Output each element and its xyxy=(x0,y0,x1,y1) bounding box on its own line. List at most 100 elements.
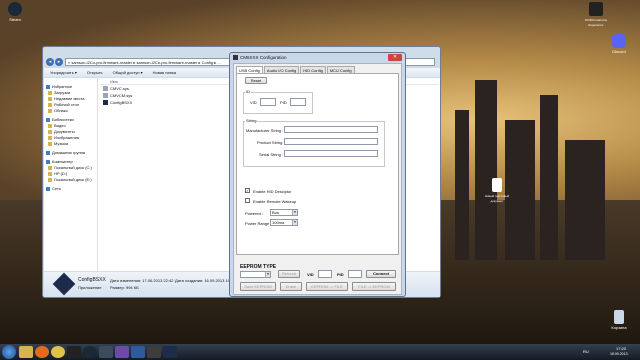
desktop-icon-discord[interactable]: Discord xyxy=(607,34,631,54)
back-button[interactable]: ◂ xyxy=(46,58,54,66)
taskbar-app[interactable] xyxy=(115,346,129,358)
chevron-down-icon: ▼ xyxy=(265,272,270,277)
tab-usb-config[interactable]: USB Config xyxy=(236,66,263,73)
pid-input[interactable] xyxy=(290,98,306,106)
network-icon xyxy=(46,187,50,191)
details-size: Размер: 994 КБ xyxy=(110,285,139,290)
enable-hid-checkbox[interactable]: ✓ xyxy=(245,188,250,193)
serial-label: Serial String : xyxy=(259,152,284,157)
desktop-icon-new-text-document[interactable]: Новый текстовый документ xyxy=(482,178,512,203)
chevron-down-icon: ▼ xyxy=(292,220,297,225)
file-to-eeprom-button[interactable]: FILE -> EEPROM xyxy=(352,282,396,291)
refresh-button[interactable]: Refresh xyxy=(278,270,300,278)
language-indicator[interactable]: RU xyxy=(583,349,589,354)
details-type: Приложение xyxy=(78,285,102,290)
desktop-icon-label: Steam xyxy=(9,17,21,22)
erase-button[interactable]: Erase xyxy=(280,282,302,291)
taskbar-app[interactable] xyxy=(147,346,161,358)
drive-icon xyxy=(48,166,52,170)
nav-drive-e[interactable]: Локальный диск (E:) xyxy=(44,177,97,183)
share-button[interactable]: Общий доступ ▾ xyxy=(113,70,143,75)
serial-input[interactable] xyxy=(284,150,378,157)
powered-select[interactable]: Bus ▼ xyxy=(270,209,298,216)
vid-bottom-label: VID xyxy=(307,272,314,277)
product-input[interactable] xyxy=(284,138,378,145)
desktop-icon-steam[interactable]: Steam xyxy=(3,2,27,22)
close-button[interactable]: ✕ xyxy=(388,54,402,61)
taskbar-chrome[interactable] xyxy=(51,346,65,358)
dialog-titlebar[interactable]: CM6XXX Configuration xyxy=(230,53,405,62)
enable-remote-wakeup-label: Enable Remote Wakeup xyxy=(253,199,297,204)
power-range-label: Power Range : xyxy=(245,221,272,226)
open-button[interactable]: Открыть xyxy=(87,70,103,75)
details-created: Дата создания: 16.09.2013 19:02 xyxy=(175,278,236,283)
nav-cloud[interactable]: Облако xyxy=(44,108,97,114)
start-button[interactable] xyxy=(2,345,16,359)
folder-icon xyxy=(48,91,52,95)
video-icon xyxy=(48,124,52,128)
save-eeprom-button[interactable]: Save EEPROM xyxy=(240,282,276,291)
star-icon xyxy=(46,85,50,89)
usb-config-panel: Reset ID VID PID String Manufacturer Str… xyxy=(236,73,399,255)
taskbar-terminal[interactable] xyxy=(67,346,81,358)
nav-network[interactable]: Сеть xyxy=(44,186,97,192)
system-file-icon xyxy=(103,93,108,98)
enable-remote-wakeup-checkbox[interactable] xyxy=(245,198,250,203)
folder-icon xyxy=(48,103,52,107)
desktop-icon-label: Корзина xyxy=(611,325,627,330)
new-folder-button[interactable]: Новая папка xyxy=(153,70,176,75)
forward-button[interactable]: ▸ xyxy=(55,58,63,66)
eeprom-type-select[interactable]: ▼ xyxy=(240,271,271,278)
powered-label: Powered : xyxy=(245,211,264,216)
music-icon xyxy=(48,142,52,146)
folder-icon xyxy=(48,97,52,101)
power-range-select[interactable]: 100ma ▼ xyxy=(270,219,298,226)
pid-bottom-input[interactable] xyxy=(348,270,362,278)
manufacturer-label: Manufacturer String : xyxy=(246,128,284,133)
taskbar: RU 17:20 18.09.2013 xyxy=(0,344,640,360)
nav-music[interactable]: Музыка xyxy=(44,141,97,147)
eeprom-to-file-button[interactable]: EEPROM -> FILE xyxy=(306,282,348,291)
tab-mcu-config[interactable]: MCU Config xyxy=(326,66,355,73)
text-document-icon xyxy=(492,178,502,192)
nav-homegroup[interactable]: Домашняя группа xyxy=(44,150,97,156)
drive-icon xyxy=(48,172,52,176)
taskbar-config-app[interactable] xyxy=(163,346,177,358)
pid-label: PID xyxy=(280,100,287,105)
column-header-name[interactable]: Имя xyxy=(100,78,234,84)
steam-icon xyxy=(8,2,22,16)
pid-bottom-label: PID xyxy=(337,272,344,277)
reset-button[interactable]: Reset xyxy=(245,77,267,84)
desktop-icon-recycle-bin[interactable]: Корзина xyxy=(607,310,631,330)
app-icon xyxy=(52,272,76,296)
connect-button[interactable]: Connect xyxy=(366,270,396,278)
id-group-label: ID xyxy=(245,89,251,94)
cloud-icon xyxy=(48,109,52,113)
desktop-icon-nvidia[interactable]: NVIDIA GeForce Experience xyxy=(584,2,608,27)
desktop-icon-label: Новый текстовый документ xyxy=(484,194,510,203)
image-icon xyxy=(48,136,52,140)
manufacturer-input[interactable] xyxy=(284,126,378,133)
computer-icon xyxy=(46,160,50,164)
organize-button[interactable]: Упорядочить ▾ xyxy=(50,70,77,75)
vid-bottom-input[interactable] xyxy=(318,270,332,278)
product-label: Product String : xyxy=(257,140,285,145)
drive-icon xyxy=(48,178,52,182)
chevron-down-icon: ▼ xyxy=(292,210,297,215)
taskbar-media-player[interactable] xyxy=(35,346,49,358)
taskbar-app[interactable] xyxy=(131,346,145,358)
clock-time[interactable]: 17:20 xyxy=(616,346,626,351)
config-dialog: CM6XXX Configuration ✕ USB Config Audio … xyxy=(229,52,406,297)
library-icon xyxy=(46,118,50,122)
tab-hid-config[interactable]: HID Config xyxy=(300,66,326,73)
tab-audio-io-config[interactable]: Audio I/O Config xyxy=(263,66,300,73)
navigation-pane: Избранное Загрузки Недавние места Рабочи… xyxy=(44,78,98,271)
clock-date[interactable]: 18.09.2013 xyxy=(610,352,628,356)
vid-label: VID xyxy=(250,100,257,105)
taskbar-steam[interactable] xyxy=(83,346,97,358)
recycle-bin-icon xyxy=(614,310,624,324)
dialog-title: CM6XXX Configuration xyxy=(240,55,287,60)
vid-input[interactable] xyxy=(260,98,276,106)
taskbar-explorer[interactable] xyxy=(19,346,33,358)
taskbar-app[interactable] xyxy=(99,346,113,358)
